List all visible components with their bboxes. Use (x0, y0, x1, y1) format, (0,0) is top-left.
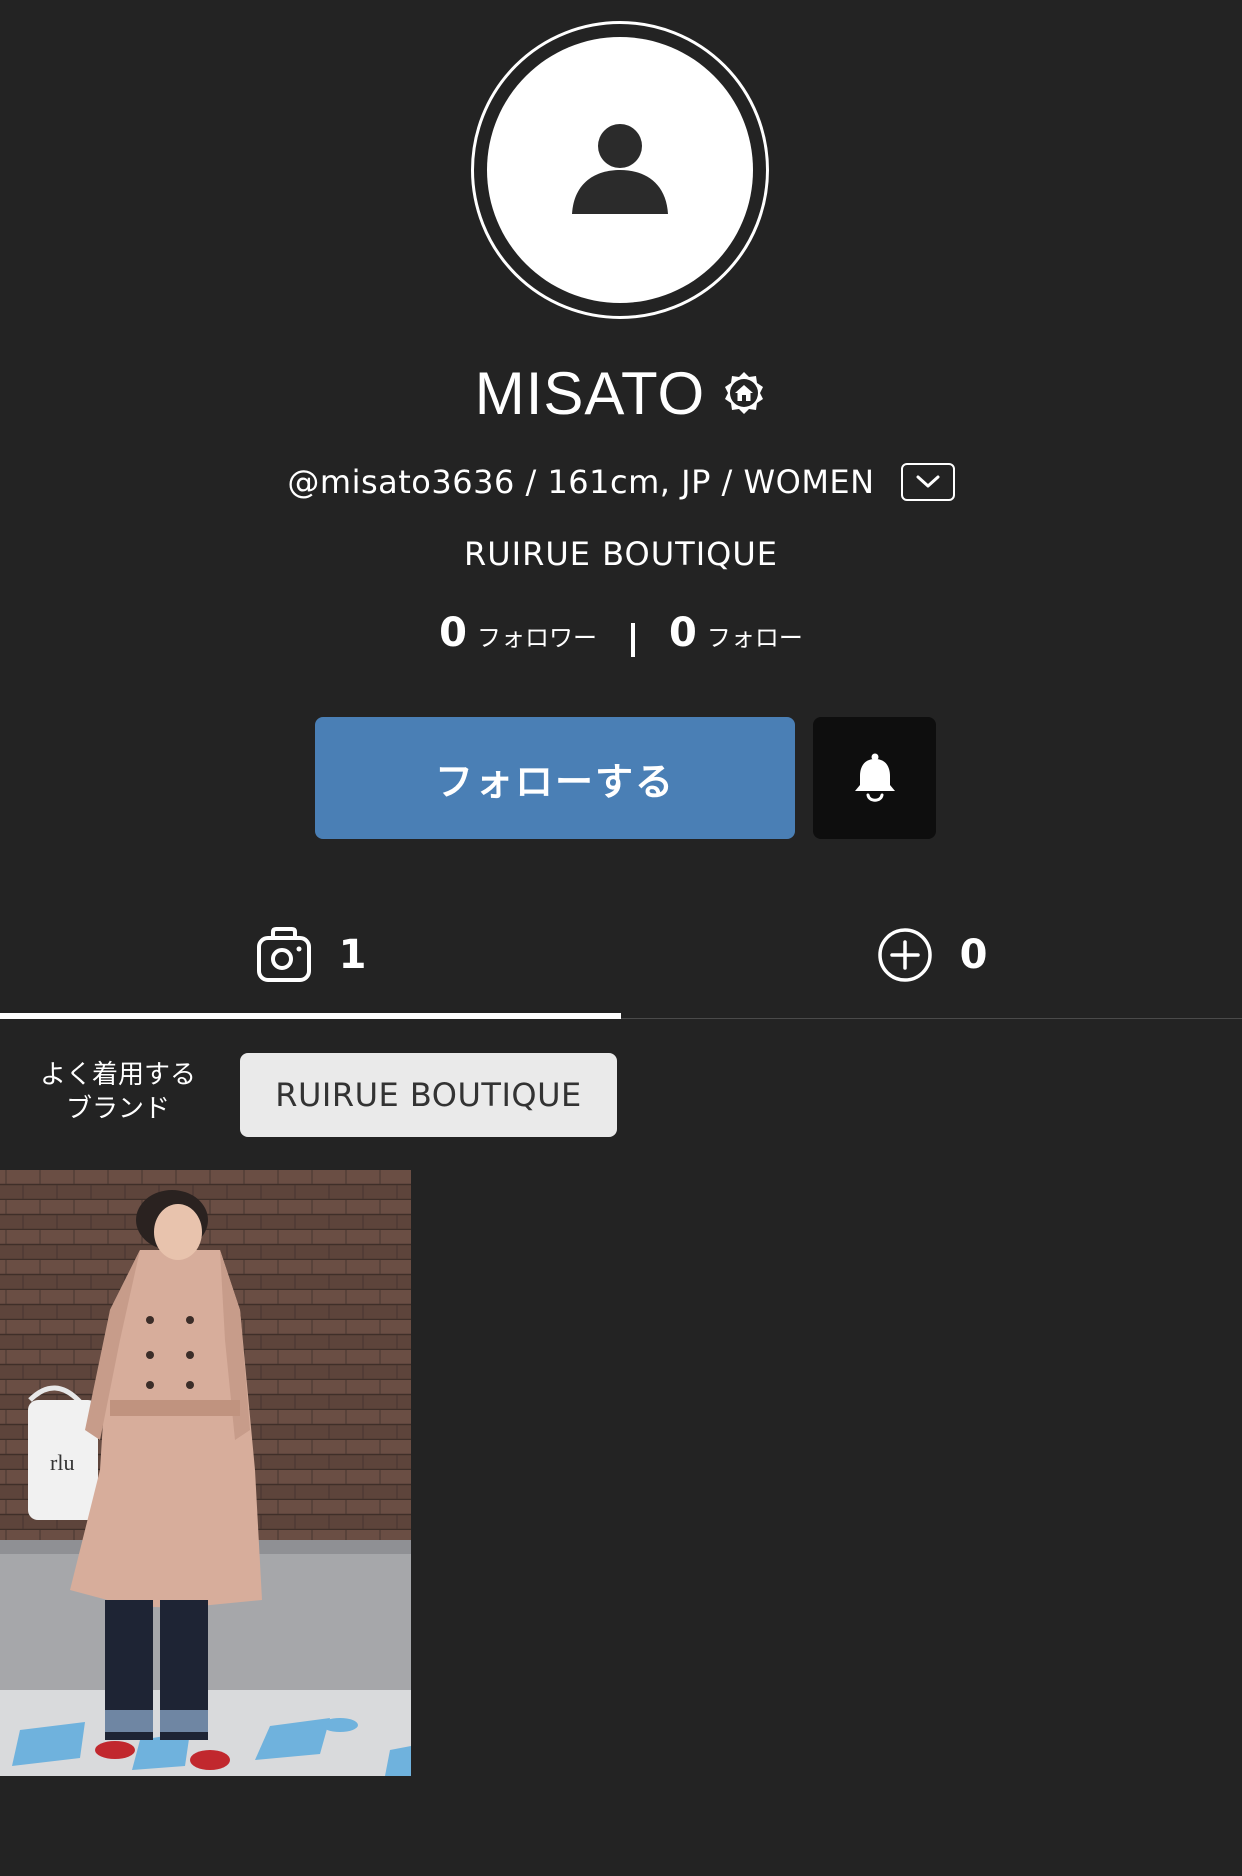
notification-button[interactable] (813, 717, 936, 839)
tab-posts[interactable]: 1 (0, 900, 621, 1010)
following-count: 0 (669, 610, 697, 656)
favorite-brands-label-line2: ブランド (65, 1094, 170, 1124)
plus-circle-icon (877, 928, 932, 982)
svg-text:rlu: rlu (50, 1450, 74, 1475)
followers-count: 0 (439, 610, 467, 656)
post-photo: rlu (0, 1170, 411, 1776)
profile-shop-link[interactable]: RUIRUE BOUTIQUE (0, 535, 1242, 573)
profile-dropdown-button[interactable] (900, 463, 955, 501)
avatar[interactable] (487, 37, 753, 303)
tab-items[interactable]: 0 (621, 900, 1242, 1010)
user-silhouette-icon (572, 124, 668, 214)
following-label: フォロー (706, 624, 803, 652)
following-stat[interactable]: 0 フォロー (669, 610, 803, 656)
tab-active-indicator (0, 1013, 621, 1019)
favorite-brands-label: よく着用する ブランド (28, 1058, 208, 1126)
post-thumbnail[interactable]: rlu (0, 1170, 411, 1776)
chevron-down-icon (916, 475, 940, 488)
stats-divider (631, 623, 635, 657)
shop-badge-icon[interactable] (721, 370, 767, 416)
follow-button[interactable]: フォローする (315, 717, 795, 839)
bell-icon (854, 753, 895, 802)
camera-icon (256, 927, 311, 982)
follow-stats: 0 フォロワー 0 フォロー (0, 610, 1242, 670)
items-count: 0 (959, 932, 988, 978)
profile-meta-row: @misato3636 / 161cm, JP / WOMEN (0, 455, 1242, 509)
profile-meta: @misato3636 / 161cm, JP / WOMEN (287, 463, 875, 501)
profile-name: MISATO (474, 359, 706, 427)
posts-count: 1 (338, 932, 367, 978)
followers-label: フォロワー (477, 624, 597, 652)
followers-stat[interactable]: 0 フォロワー (439, 610, 597, 656)
favorite-brands-label-line1: よく着用する (39, 1060, 196, 1090)
brand-chip[interactable]: RUIRUE BOUTIQUE (240, 1053, 617, 1137)
profile-name-row: MISATO (0, 355, 1242, 431)
